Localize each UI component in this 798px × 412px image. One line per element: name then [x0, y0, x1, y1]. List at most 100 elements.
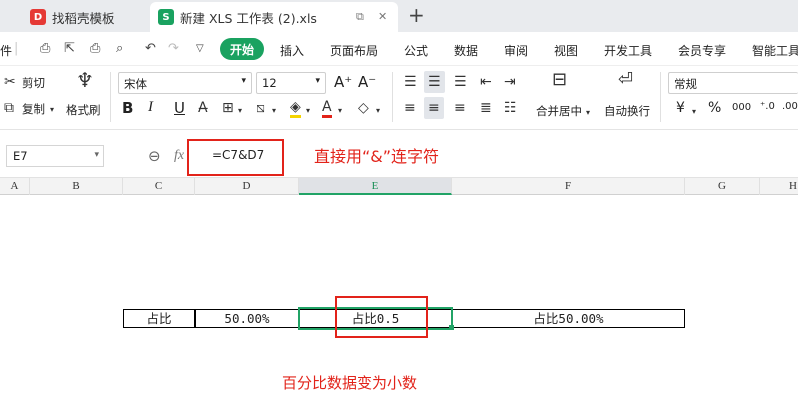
menu-file[interactable]: 件: [0, 42, 12, 59]
copy-icon[interactable]: ⧉: [4, 100, 14, 116]
chevron-down-icon[interactable]: ▾: [338, 103, 342, 119]
brush-icon[interactable]: ♆: [76, 70, 94, 90]
close-tab-icon[interactable]: ✕: [378, 10, 387, 23]
copy-button[interactable]: 复制: [22, 101, 45, 117]
wrap-text-button[interactable]: 自动换行: [604, 103, 650, 119]
align-top-icon[interactable]: ☰: [404, 74, 417, 90]
menu-insert[interactable]: 插入: [280, 42, 304, 59]
bold-button[interactable]: B: [122, 99, 133, 117]
currency-button[interactable]: ¥: [676, 100, 685, 116]
name-box[interactable]: E7 ▾: [6, 145, 104, 167]
column-header-h[interactable]: H: [760, 178, 798, 195]
menu-member[interactable]: 会员专享: [678, 42, 726, 59]
print-icon[interactable]: ⎙: [90, 41, 100, 56]
menu-view[interactable]: 视图: [554, 42, 578, 59]
percent-button[interactable]: %: [708, 100, 721, 116]
menu-developer[interactable]: 开发工具: [604, 42, 652, 59]
tab-bar: D 找稻壳模板 S 新建 XLS 工作表 (2).xls ⧉ ✕ +: [0, 0, 798, 32]
thousands-button[interactable]: 000: [732, 102, 751, 113]
distributed-align-icon[interactable]: ☷: [504, 100, 517, 116]
menu-formulas[interactable]: 公式: [404, 42, 428, 59]
result-highlight-box: [335, 296, 428, 338]
divider: [660, 72, 661, 122]
justify-icon[interactable]: ≣: [480, 100, 492, 116]
font-name-select[interactable]: 宋体 ▾: [118, 72, 252, 94]
font-grow-button[interactable]: A⁺: [334, 73, 352, 91]
scissors-icon[interactable]: ✂: [4, 74, 16, 90]
align-center-icon[interactable]: ≡: [424, 97, 444, 119]
save-icon[interactable]: ⎙: [40, 41, 50, 56]
divider: [392, 72, 393, 122]
column-header-d[interactable]: D: [195, 178, 299, 195]
new-tab-button[interactable]: +: [408, 3, 425, 27]
cell-c7[interactable]: 占比: [123, 309, 195, 328]
column-header-c[interactable]: C: [123, 178, 195, 195]
align-middle-icon[interactable]: ☰: [424, 71, 445, 93]
italic-button[interactable]: I: [148, 99, 153, 116]
menu-page-layout[interactable]: 页面布局: [330, 42, 378, 59]
wrap-text-icon[interactable]: ⏎: [618, 71, 633, 89]
column-header-e[interactable]: E: [299, 178, 452, 195]
font-color-icon[interactable]: A: [322, 99, 332, 118]
cut-button[interactable]: 剪切: [22, 75, 45, 91]
indent-increase-icon[interactable]: ⇥: [504, 74, 516, 90]
tab-label: 找稻壳模板: [52, 10, 115, 26]
zoom-icon[interactable]: ⊖: [148, 148, 161, 164]
pin-window-icon[interactable]: ⧉: [356, 10, 364, 24]
align-bottom-icon[interactable]: ☰: [454, 74, 467, 90]
font-shrink-button[interactable]: A⁻: [358, 73, 376, 91]
cell-d7[interactable]: 50.00%: [195, 309, 299, 328]
chevron-down-icon[interactable]: ▾: [272, 103, 276, 119]
column-header-g[interactable]: G: [685, 178, 760, 195]
export-icon[interactable]: ⇱: [64, 41, 75, 56]
underline-button[interactable]: U: [174, 99, 185, 117]
cell-f7[interactable]: 占比50.00%: [452, 309, 685, 328]
tab-label: 新建 XLS 工作表 (2).xls: [180, 10, 317, 26]
formula-highlight-box: [187, 139, 284, 176]
eraser-icon[interactable]: ◇: [358, 100, 369, 116]
decrease-decimal-button[interactable]: .00: [782, 101, 798, 112]
chevron-down-icon[interactable]: ▾: [586, 105, 590, 121]
menu-smart-tools[interactable]: 智能工具: [752, 42, 798, 59]
chevron-down-icon[interactable]: ▾: [50, 102, 54, 118]
column-header-b[interactable]: B: [30, 178, 123, 195]
annotation-decimal: 百分比数据变为小数: [282, 374, 418, 392]
annotation-ampersand: 直接用“&”连字符: [314, 147, 440, 166]
increase-decimal-button[interactable]: ⁺.0: [760, 101, 775, 112]
separator: |: [14, 41, 19, 56]
print-preview-icon[interactable]: ⌕: [116, 41, 123, 56]
menu-review[interactable]: 审阅: [504, 42, 528, 59]
menu-start[interactable]: 开始: [220, 38, 264, 60]
chevron-down-icon[interactable]: ▾: [692, 104, 696, 120]
menu-data[interactable]: 数据: [454, 42, 478, 59]
undo-icon[interactable]: ↶: [145, 41, 156, 56]
fill-handle[interactable]: [449, 325, 454, 330]
font-size-select[interactable]: 12 ▾: [256, 72, 326, 94]
strikethrough-icon[interactable]: A̶: [198, 100, 208, 116]
docer-logo-icon: D: [30, 9, 46, 25]
column-header-f[interactable]: F: [452, 178, 685, 195]
chevron-down-icon[interactable]: ▽: [196, 43, 204, 54]
chevron-down-icon[interactable]: ▾: [376, 103, 380, 119]
indent-decrease-icon[interactable]: ⇤: [480, 74, 492, 90]
chevron-down-icon[interactable]: ▾: [306, 103, 310, 119]
format-painter-button[interactable]: 格式刷: [66, 102, 101, 118]
align-left-icon[interactable]: ≡: [404, 100, 416, 116]
divider: [110, 72, 111, 122]
merge-cells-icon[interactable]: ⊟: [552, 71, 567, 89]
fx-icon[interactable]: fx: [174, 148, 184, 164]
menu-bar: 件 | ⎙ ⇱ ⎙ ⌕ ↶ ↷ ▽ 开始 插入 页面布局 公式 数据 审阅 视图…: [0, 32, 798, 66]
redo-icon[interactable]: ↷: [168, 41, 179, 56]
border-icon[interactable]: ⊞: [222, 100, 234, 116]
align-right-icon[interactable]: ≡: [454, 100, 466, 116]
ribbon-toolbar: ✂ 剪切 ⧉ 复制 ▾ ♆ 格式刷 宋体 ▾ 12 ▾ A⁺ A⁻ B I U A̶…: [0, 66, 798, 130]
tab-spreadsheet[interactable]: S 新建 XLS 工作表 (2).xls ⧉ ✕: [150, 2, 398, 32]
cell-style-icon[interactable]: ⧅: [256, 100, 265, 116]
tab-docer-templates[interactable]: D 找稻壳模板: [22, 2, 150, 32]
number-format-select[interactable]: 常规: [668, 72, 798, 94]
merge-center-button[interactable]: 合并居中: [536, 103, 582, 119]
column-header-row: A B C D E F G H: [0, 177, 798, 195]
column-header-a[interactable]: A: [0, 178, 30, 195]
fill-color-icon[interactable]: ◈: [290, 99, 301, 118]
chevron-down-icon[interactable]: ▾: [238, 103, 242, 119]
